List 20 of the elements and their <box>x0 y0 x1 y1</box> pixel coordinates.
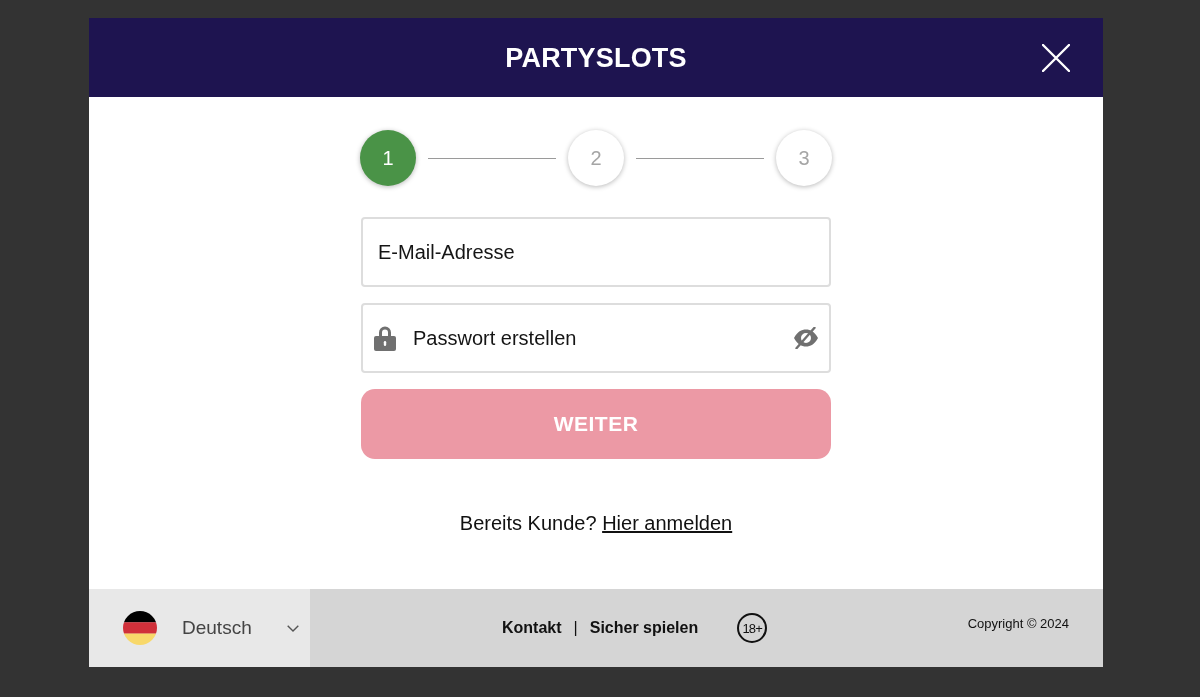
age-limit-badge: 18+ <box>737 613 768 643</box>
lock-icon <box>374 325 396 351</box>
flag-icon <box>123 611 157 645</box>
email-field[interactable]: E-Mail-Adresse <box>361 217 831 287</box>
eye-slash-icon[interactable] <box>793 327 819 349</box>
language-selector[interactable]: Deutsch <box>89 589 310 667</box>
brand-logo: PARTYSLOTS <box>505 41 687 74</box>
step-marker: 3 <box>776 130 832 186</box>
copyright-text: Copyright © 2024 <box>967 615 1069 631</box>
close-icon <box>1042 43 1070 72</box>
step-marker: 1 <box>360 130 416 186</box>
footer-link[interactable]: Kontakt <box>502 619 562 637</box>
login-prompt: Bereits Kunde? Hier anmelden <box>459 511 733 535</box>
footer-link[interactable]: Sicher spielen <box>589 619 699 637</box>
step-marker: 2 <box>568 130 624 186</box>
chevron-down-icon <box>287 624 299 632</box>
login-link[interactable]: Hier anmelden <box>602 512 733 534</box>
link-separator: | <box>573 619 578 637</box>
password-field[interactable]: Passwort erstellen <box>361 303 831 373</box>
close-button[interactable] <box>1042 43 1070 72</box>
